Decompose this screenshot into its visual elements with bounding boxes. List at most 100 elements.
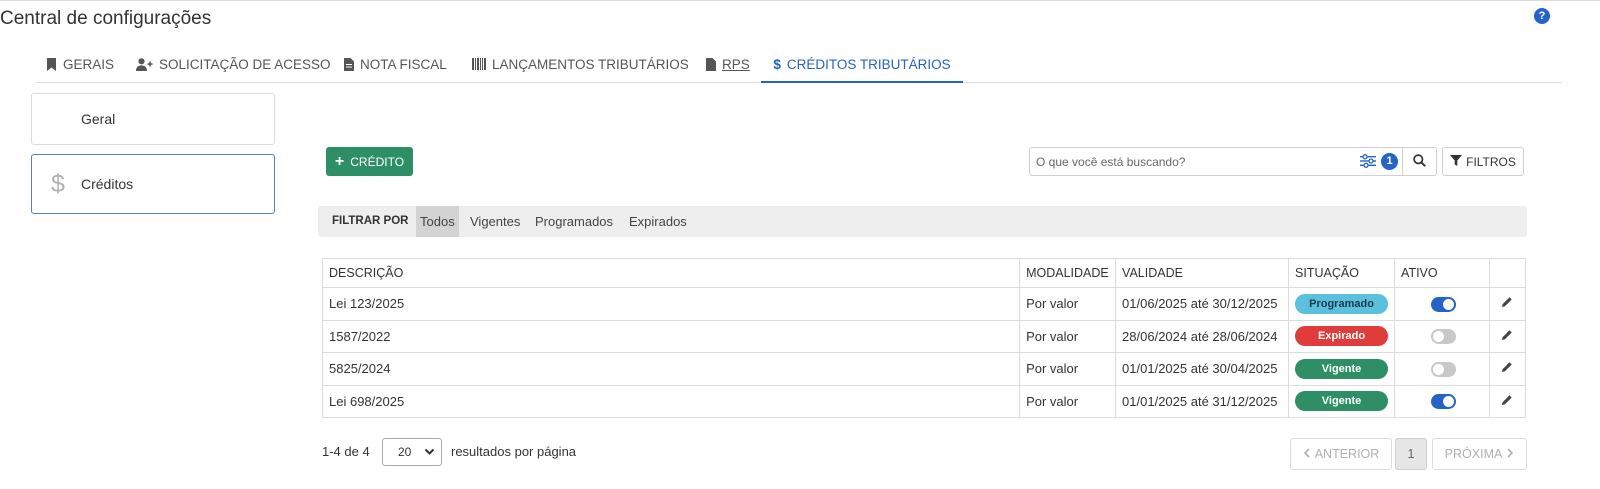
tab-solicitacao-de-acesso[interactable]: SOLICITAÇÃO DE ACESSO xyxy=(136,46,331,82)
cell-situacao: Vigente xyxy=(1288,352,1396,386)
document-icon xyxy=(344,57,354,71)
cell-descricao: 5825/2024 xyxy=(321,352,1021,386)
cell-descricao: Lei 698/2025 xyxy=(321,384,1021,418)
chevron-down-icon xyxy=(424,446,435,460)
previous-label: ANTERIOR xyxy=(1314,447,1380,461)
barcode-icon xyxy=(472,58,486,70)
edit-pencil-icon[interactable] xyxy=(1501,361,1513,376)
cell-descricao: Lei 123/2025 xyxy=(321,287,1021,321)
tab-label: SOLICITAÇÃO DE ACESSO xyxy=(159,56,331,72)
status-filter-bar: FILTRAR POR Todos Vigentes Programados E… xyxy=(318,206,1527,237)
help-icon[interactable]: ? xyxy=(1534,8,1550,24)
cell-ativo xyxy=(1394,287,1490,321)
cell-actions xyxy=(1488,352,1527,386)
cell-validade: 01/01/2025 até 31/12/2025 xyxy=(1115,384,1290,418)
active-toggle[interactable] xyxy=(1431,361,1457,377)
toggle-knob xyxy=(1443,298,1455,310)
page-title: Central de configurações xyxy=(0,8,212,29)
table-row[interactable]: 1587/2022 Por valor 28/06/2024 até 28/06… xyxy=(321,319,1527,353)
cell-situacao: Vigente xyxy=(1288,384,1396,418)
per-page-label: resultados por página xyxy=(451,444,577,459)
cell-actions xyxy=(1488,287,1527,321)
bookmark-icon xyxy=(46,57,57,71)
cell-modalidade: Por valor xyxy=(1019,287,1117,321)
table-row[interactable]: 5825/2024 Por valor 01/01/2025 até 30/04… xyxy=(321,352,1527,386)
column-header-descricao[interactable]: DESCRIÇÃO xyxy=(321,258,1021,288)
status-badge: Programado xyxy=(1295,293,1389,314)
status-badge: Vigente xyxy=(1295,391,1389,412)
filter-option-expirados[interactable]: Expirados xyxy=(625,206,691,237)
tab-label: GERAIS xyxy=(63,56,115,72)
cell-ativo xyxy=(1394,352,1490,386)
filter-option-vigentes[interactable]: Vigentes xyxy=(466,206,524,237)
tab-nota-fiscal[interactable]: NOTA FISCAL xyxy=(344,46,447,82)
toggle-knob xyxy=(1433,331,1445,343)
tab-lancamentos-tributarios[interactable]: LANÇAMENTOS TRIBUTÁRIOS xyxy=(472,46,689,82)
next-label: PRÓXIMA xyxy=(1444,447,1503,461)
top-divider xyxy=(0,0,1600,1)
tab-label: NOTA FISCAL xyxy=(360,56,447,72)
search-box: 1 xyxy=(1029,147,1403,176)
tab-rps[interactable]: RPS xyxy=(706,46,750,82)
cell-validade: 01/01/2025 até 30/04/2025 xyxy=(1115,352,1290,386)
active-toggle[interactable] xyxy=(1431,329,1457,345)
tab-gerais[interactable]: GERAIS xyxy=(46,46,114,82)
cell-ativo xyxy=(1394,384,1490,418)
cell-ativo xyxy=(1394,319,1490,353)
filter-label: FILTRAR POR xyxy=(332,215,409,227)
sidebar-item-geral[interactable]: Geral xyxy=(31,93,275,145)
active-toggle[interactable] xyxy=(1431,394,1457,410)
cell-situacao: Expirado xyxy=(1288,319,1396,353)
sidebar-item-creditos[interactable]: $ Créditos xyxy=(31,154,275,214)
plus-icon: + xyxy=(334,152,345,170)
credits-table: DESCRIÇÃO MODALIDADE VALIDADE SITUAÇÃO A… xyxy=(321,258,1527,418)
page-button-current[interactable]: 1 xyxy=(1395,438,1427,470)
status-badge: Vigente xyxy=(1295,358,1389,379)
next-page-button[interactable]: PRÓXIMA xyxy=(1432,438,1527,470)
result-range: 1-4 de 4 xyxy=(322,444,370,459)
cell-validade: 01/06/2025 até 30/12/2025 xyxy=(1115,287,1290,321)
edit-pencil-icon[interactable] xyxy=(1501,394,1513,409)
tab-label: LANÇAMENTOS TRIBUTÁRIOS xyxy=(492,56,689,72)
edit-pencil-icon[interactable] xyxy=(1501,296,1513,311)
cell-modalidade: Por valor xyxy=(1019,384,1117,418)
add-credit-label: CRÉDITO xyxy=(350,154,405,169)
column-header-ativo[interactable]: ATIVO xyxy=(1394,258,1490,288)
previous-page-button[interactable]: ANTERIOR xyxy=(1290,438,1392,470)
tab-creditos-tributarios[interactable]: $ CRÉDITOS TRIBUTÁRIOS xyxy=(761,46,963,83)
toggle-knob xyxy=(1433,363,1445,375)
toggle-knob xyxy=(1443,396,1455,408)
user-plus-icon xyxy=(136,57,153,71)
search-icon xyxy=(1413,153,1426,170)
cell-actions xyxy=(1488,384,1527,418)
search-input[interactable] xyxy=(1030,148,1350,175)
cell-actions xyxy=(1488,319,1527,353)
cell-descricao: 1587/2022 xyxy=(321,319,1021,353)
cell-situacao: Programado xyxy=(1288,287,1396,321)
table-header-row: DESCRIÇÃO MODALIDADE VALIDADE SITUAÇÃO A… xyxy=(321,258,1527,288)
edit-pencil-icon[interactable] xyxy=(1501,329,1513,344)
chevron-right-icon xyxy=(1506,447,1514,461)
filters-button[interactable]: FILTROS xyxy=(1442,147,1524,176)
sliders-icon[interactable] xyxy=(1360,154,1376,171)
filter-option-todos[interactable]: Todos xyxy=(416,206,459,237)
column-header-modalidade[interactable]: MODALIDADE xyxy=(1019,258,1117,288)
add-credit-button[interactable]: + CRÉDITO xyxy=(326,147,413,176)
column-header-situacao[interactable]: SITUAÇÃO xyxy=(1288,258,1396,288)
filter-option-programados[interactable]: Programados xyxy=(531,206,617,237)
search-button[interactable] xyxy=(1402,147,1437,176)
file-icon xyxy=(706,57,716,71)
funnel-icon xyxy=(1450,154,1463,169)
sidebar-item-label: Geral xyxy=(81,111,116,127)
per-page-select[interactable]: 20 xyxy=(382,438,442,466)
column-header-actions xyxy=(1488,258,1527,288)
column-header-validade[interactable]: VALIDADE xyxy=(1115,258,1290,288)
dollar-icon: $ xyxy=(773,56,781,72)
active-toggle[interactable] xyxy=(1431,296,1457,312)
cell-modalidade: Por valor xyxy=(1019,319,1117,353)
sidebar-item-label: Créditos xyxy=(81,176,134,192)
status-badge: Expirado xyxy=(1295,326,1389,347)
table-row[interactable]: Lei 123/2025 Por valor 01/06/2025 até 30… xyxy=(321,287,1527,321)
tab-label: RPS xyxy=(722,56,750,72)
table-row[interactable]: Lei 698/2025 Por valor 01/01/2025 até 31… xyxy=(321,384,1527,418)
